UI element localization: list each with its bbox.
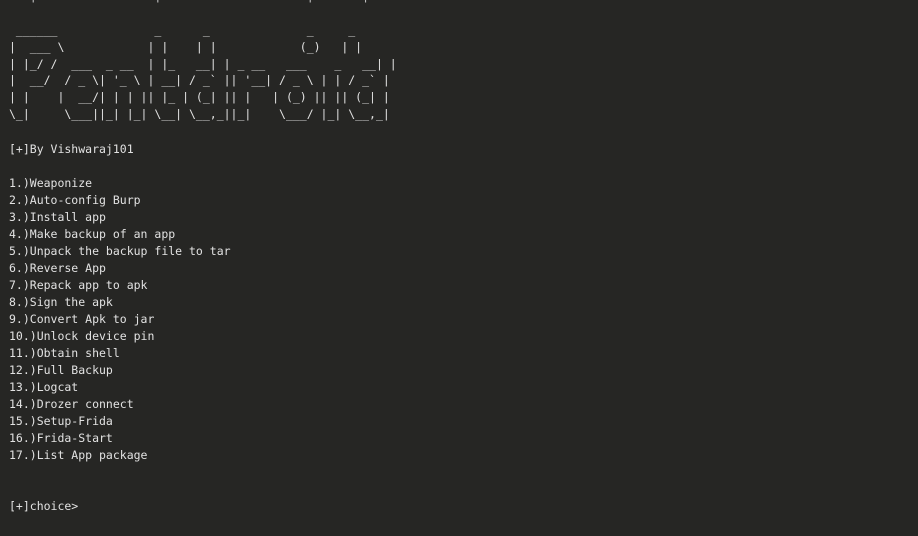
menu-item-list-app-package: 17.)List App package: [9, 448, 148, 462]
menu-list: 1.)Weaponize 2.)Auto-config Burp 3.)Inst…: [9, 175, 231, 464]
input-prompt-line[interactable]: [+]choice>: [9, 498, 85, 515]
menu-item-repack-app: 7.)Repack app to apk: [9, 278, 148, 292]
menu-item-full-backup: 12.)Full Backup: [9, 363, 113, 377]
ascii-banner: ______ _ _ _ _ | ___ \ | | | | (_) | | |…: [9, 23, 397, 121]
menu-item-convert-apk-to-jar: 9.)Convert Apk to jar: [9, 312, 155, 326]
menu-item-install-app: 3.)Install app: [9, 210, 106, 224]
scrolled-off-line: ‾‾‾|‾‾‾‾‾‾‾‾‾‾‾‾‾‾‾‾‾|‾‾‾‾‾‾‾‾‾‾‾‾‾‾‾‾‾‾…: [9, 0, 383, 5]
menu-item-setup-frida: 15.)Setup-Frida: [9, 414, 113, 428]
menu-item-weaponize: 1.)Weaponize: [9, 176, 93, 190]
menu-item-unpack-backup: 5.)Unpack the backup file to tar: [9, 244, 231, 258]
author-line: [+]By Vishwaraj101: [9, 142, 134, 156]
menu-item-reverse-app: 6.)Reverse App: [9, 261, 106, 275]
menu-item-drozer-connect: 14.)Drozer connect: [9, 397, 134, 411]
menu-item-frida-start: 16.)Frida-Start: [9, 431, 113, 445]
text-cursor[interactable]: [78, 499, 85, 512]
menu-item-make-backup: 4.)Make backup of an app: [9, 227, 176, 241]
choice-prompt: [+]choice>: [9, 499, 79, 513]
menu-item-obtain-shell: 11.)Obtain shell: [9, 346, 120, 360]
terminal-window[interactable]: ‾‾‾|‾‾‾‾‾‾‾‾‾‾‾‾‾‾‾‾‾|‾‾‾‾‾‾‾‾‾‾‾‾‾‾‾‾‾‾…: [0, 0, 918, 536]
menu-item-auto-config-burp: 2.)Auto-config Burp: [9, 193, 141, 207]
menu-item-unlock-device-pin: 10.)Unlock device pin: [9, 329, 155, 343]
menu-item-sign-apk: 8.)Sign the apk: [9, 295, 113, 309]
menu-item-logcat: 13.)Logcat: [9, 380, 79, 394]
